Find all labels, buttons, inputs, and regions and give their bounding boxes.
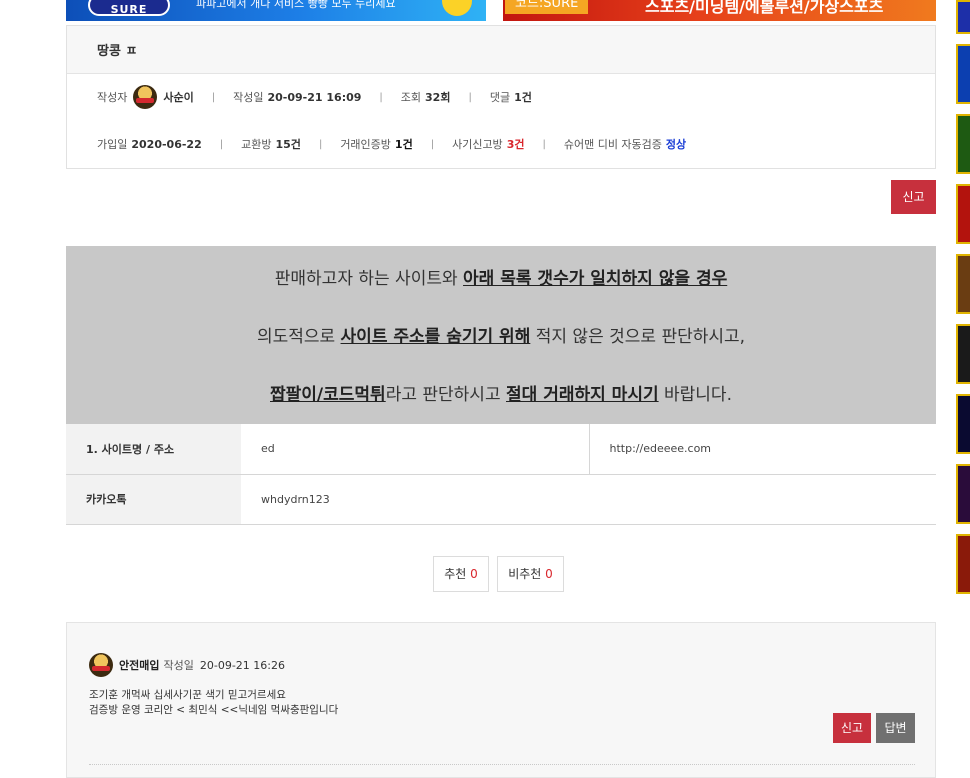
downvote-count: 0 (545, 567, 553, 581)
report-button[interactable]: 신고 (891, 180, 936, 214)
banner-yellow-circle (442, 0, 472, 16)
comment-text-line-2: 검증방 운영 코리안 < 최민식 <<닉네임 먹싸충판입니다 (89, 704, 339, 716)
site-name-value: ed (241, 424, 589, 475)
commenter-avatar[interactable] (89, 653, 113, 677)
joined-date: 2020-06-22 (131, 137, 202, 151)
kakaotalk-value: whdydrn123 (241, 474, 936, 525)
site-info-table: 1. 사이트명 / 주소 ed http://edeeee.com 카카오톡 w… (66, 424, 936, 525)
table-row: 카카오톡 whdydrn123 (66, 474, 936, 525)
side-ad-1[interactable] (956, 0, 970, 34)
comment-date: 20-09-21 16:26 (199, 658, 285, 672)
views-label: 조회 (400, 91, 422, 104)
member-meta-row: 가입일 2020-06-22 | 교환방 15건 | 거래인증방 1건 | 사기… (97, 137, 687, 152)
kakaotalk-label: 카카오톡 (66, 474, 241, 525)
comment-date-label: 작성일 (163, 659, 194, 672)
author-name[interactable]: 사순이 (163, 89, 193, 105)
side-ad-8[interactable] (956, 464, 970, 524)
banner-right-text: 스포츠/미닝템/에볼루션/가상스포츠 (645, 0, 884, 16)
warning-line-1: 판매하고자 하는 사이트와 아래 목록 갯수가 일치하지 않을 경우 (274, 269, 728, 289)
downvote-button[interactable]: 비추천 0 (497, 556, 564, 592)
views-count: 32회 (425, 91, 451, 104)
trade-count: 1건 (394, 138, 413, 151)
side-ad-4[interactable] (956, 184, 970, 244)
upvote-count: 0 (470, 567, 478, 581)
joined-label: 가입일 (97, 138, 128, 151)
side-ad-9[interactable] (956, 534, 970, 594)
side-ad-7[interactable] (956, 394, 970, 454)
post-title: 땅콩 ㅍ (67, 26, 935, 74)
site-name-label: 1. 사이트명 / 주소 (66, 424, 241, 475)
top-banner-left[interactable]: SURE 파파고에서 개다 서비스 빵빵 모두 누리세요 (66, 0, 486, 21)
warning-notice: 판매하고자 하는 사이트와 아래 목록 갯수가 일치하지 않을 경우 의도적으로… (66, 246, 936, 424)
post-date: 20-09-21 16:09 (267, 90, 362, 104)
banner-left-text: 파파고에서 개다 서비스 빵빵 모두 누리세요 (196, 0, 396, 10)
fraud-count: 3건 (506, 138, 525, 151)
comment-header: 안전매입 작성일 20-09-21 16:26 (89, 653, 285, 677)
db-check-status: 정상 (665, 138, 687, 151)
comments-label: 댓글 (489, 91, 511, 104)
comment-report-button[interactable]: 신고 (833, 713, 871, 743)
exchange-count: 15건 (275, 138, 301, 151)
fraud-label: 사기신고방 (452, 138, 503, 151)
commenter-name[interactable]: 안전매입 (119, 657, 159, 673)
comments-count: 1건 (514, 91, 532, 104)
site-url-value[interactable]: http://edeeee.com (588, 424, 936, 475)
date-label: 작성일 (233, 91, 264, 104)
side-ad-5[interactable] (956, 254, 970, 314)
side-ad-3[interactable] (956, 114, 970, 174)
banner-logo: SURE (88, 0, 170, 16)
post-meta-row: 작성자 사순이 | 작성일 20-09-21 16:09 | 조회 32회 | … (97, 85, 532, 109)
side-ad-2[interactable] (956, 44, 970, 104)
author-label: 작성자 (97, 91, 128, 104)
post-header: 땅콩 ㅍ 작성자 사순이 | 작성일 20-09-21 16:09 | 조회 3… (66, 25, 936, 169)
author-avatar[interactable] (133, 85, 158, 109)
comment-text-line-1: 조기훈 개먹싸 십세사기꾼 색기 믿고거르세요 (89, 689, 286, 701)
warning-line-3: 짭팔이/코드먹튀라고 판단하시고 절대 거래하지 마시기 바랍니다. (270, 385, 732, 405)
trade-label: 거래인증방 (340, 138, 391, 151)
comment-divider (89, 764, 915, 765)
comment-item: 안전매입 작성일 20-09-21 16:26 조기훈 개먹싸 십세사기꾼 색기… (66, 622, 936, 778)
table-row: 1. 사이트명 / 주소 ed http://edeeee.com (66, 424, 936, 475)
upvote-button[interactable]: 추천 0 (433, 556, 489, 592)
comment-reply-button[interactable]: 답변 (876, 713, 915, 743)
warning-line-2: 의도적으로 사이트 주소를 숨기기 위해 적지 않은 것으로 판단하시고, (256, 327, 746, 347)
side-ad-6[interactable] (956, 324, 970, 384)
db-check-label: 슈어맨 디비 자동검증 (563, 138, 662, 151)
exchange-label: 교환방 (241, 138, 272, 151)
top-banner-right[interactable]: 코드:SURE 스포츠/미닝템/에볼루션/가상스포츠 (503, 0, 936, 21)
banner-code-tag: 코드:SURE (505, 0, 589, 14)
